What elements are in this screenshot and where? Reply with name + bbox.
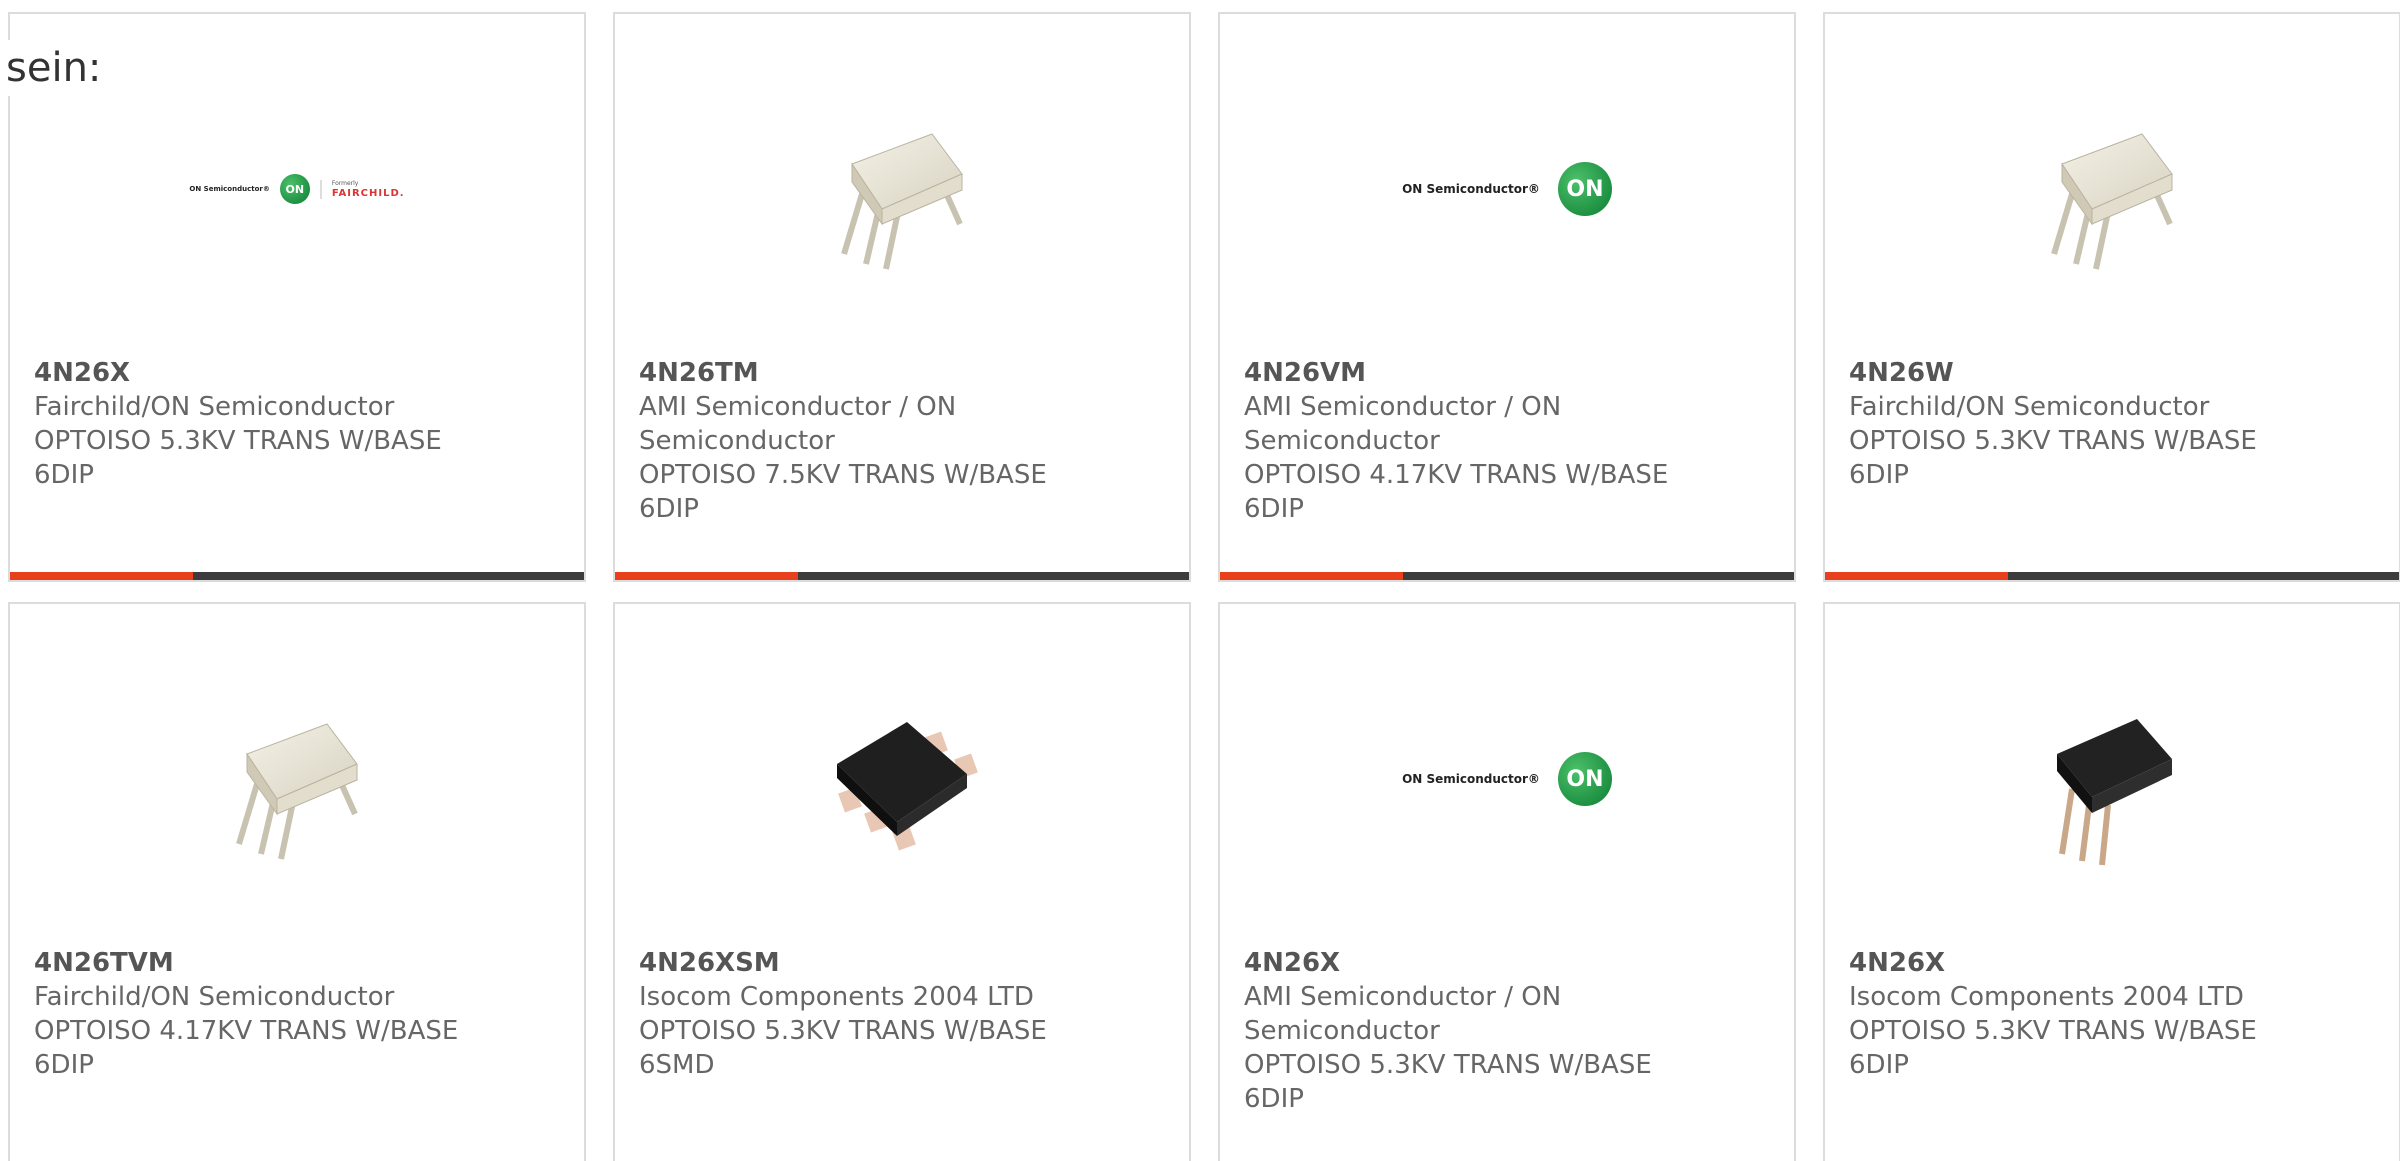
product-info: 4N26XSM Isocom Components 2004 LTD OPTOI… [639, 946, 1165, 1082]
product-part-number[interactable]: 4N26TVM [34, 946, 560, 980]
product-part-number[interactable]: 4N26W [1849, 356, 2375, 390]
product-part-number[interactable]: 4N26X [1849, 946, 2375, 980]
product-description: OPTOISO 5.3KV TRANS W/BASE 6SMD [639, 1016, 1047, 1080]
card-accent-bar [10, 572, 584, 580]
product-description: OPTOISO 5.3KV TRANS W/BASE 6DIP [34, 426, 442, 490]
on-badge-icon: ON [1557, 752, 1612, 806]
product-description: OPTOISO 5.3KV TRANS W/BASE 6DIP [1849, 1016, 2257, 1080]
black-smd-chip-image [797, 674, 1007, 884]
product-manufacturer: AMI Semiconductor / ON Semiconductor [639, 392, 957, 456]
product-manufacturer: Fairchild/ON Semiconductor [34, 392, 395, 422]
product-manufacturer: Isocom Components 2004 LTD [639, 982, 1034, 1012]
on-semiconductor-logo: ON Semiconductor® ON [1327, 84, 1687, 294]
card-accent-bar [1825, 572, 2399, 580]
on-badge-icon: ON [279, 174, 310, 204]
product-info: 4N26X Fairchild/ON Semiconductor OPTOISO… [34, 356, 560, 492]
white-chip-image [797, 84, 1007, 294]
product-manufacturer: Fairchild/ON Semiconductor [34, 982, 395, 1012]
product-part-number[interactable]: 4N26XSM [639, 946, 1165, 980]
product-card[interactable]: ON Semiconductor® ON Formerly FAIRCHILD.… [8, 12, 586, 582]
product-card[interactable]: 4N26TVM Fairchild/ON Semiconductor OPTOI… [8, 602, 586, 1161]
product-manufacturer: Fairchild/ON Semiconductor [1849, 392, 2210, 422]
product-info: 4N26W Fairchild/ON Semiconductor OPTOISO… [1849, 356, 2375, 492]
product-part-number[interactable]: 4N26X [34, 356, 560, 390]
on-fairchild-logo: ON Semiconductor® ON Formerly FAIRCHILD. [117, 84, 477, 294]
product-card[interactable]: 4N26W Fairchild/ON Semiconductor OPTOISO… [1823, 12, 2400, 582]
product-card[interactable]: 4N26X Isocom Components 2004 LTD OPTOISO… [1823, 602, 2400, 1161]
product-part-number[interactable]: 4N26VM [1244, 356, 1770, 390]
product-info: 4N26X AMI Semiconductor / ON Semiconduct… [1244, 946, 1770, 1116]
product-info: 4N26X Isocom Components 2004 LTD OPTOISO… [1849, 946, 2375, 1082]
product-description: OPTOISO 5.3KV TRANS W/BASE 6DIP [1849, 426, 2257, 490]
product-manufacturer: Isocom Components 2004 LTD [1849, 982, 2244, 1012]
product-description: OPTOISO 4.17KV TRANS W/BASE 6DIP [34, 1016, 459, 1080]
product-card[interactable]: ON Semiconductor® ON 4N26X AMI Semicondu… [1218, 602, 1796, 1161]
black-dip-chip-image [2007, 674, 2217, 884]
on-semiconductor-logo: ON Semiconductor® ON [1327, 674, 1687, 884]
product-description: OPTOISO 4.17KV TRANS W/BASE 6DIP [1244, 460, 1669, 524]
product-card[interactable]: ON Semiconductor® ON 4N26VM AMI Semicond… [1218, 12, 1796, 582]
intro-text: sein: [6, 40, 106, 96]
white-chip-image [2007, 84, 2217, 294]
product-manufacturer: AMI Semiconductor / ON Semiconductor [1244, 982, 1562, 1046]
on-badge-icon: ON [1557, 162, 1612, 216]
page: sein: ON Semiconductor® ON Formerly FAIR… [0, 0, 2400, 1161]
product-card[interactable]: 4N26XSM Isocom Components 2004 LTD OPTOI… [613, 602, 1191, 1161]
product-description: OPTOISO 7.5KV TRANS W/BASE 6DIP [639, 460, 1047, 524]
white-chip-image [192, 674, 402, 884]
product-info: 4N26TVM Fairchild/ON Semiconductor OPTOI… [34, 946, 560, 1082]
product-manufacturer: AMI Semiconductor / ON Semiconductor [1244, 392, 1562, 456]
card-accent-bar [1220, 572, 1794, 580]
product-info: 4N26TM AMI Semiconductor / ON Semiconduc… [639, 356, 1165, 526]
product-card[interactable]: 4N26TM AMI Semiconductor / ON Semiconduc… [613, 12, 1191, 582]
product-part-number[interactable]: 4N26X [1244, 946, 1770, 980]
card-accent-bar [615, 572, 1189, 580]
product-grid: ON Semiconductor® ON Formerly FAIRCHILD.… [8, 12, 2400, 1161]
product-info: 4N26VM AMI Semiconductor / ON Semiconduc… [1244, 356, 1770, 526]
product-part-number[interactable]: 4N26TM [639, 356, 1165, 390]
product-description: OPTOISO 5.3KV TRANS W/BASE 6DIP [1244, 1050, 1652, 1114]
